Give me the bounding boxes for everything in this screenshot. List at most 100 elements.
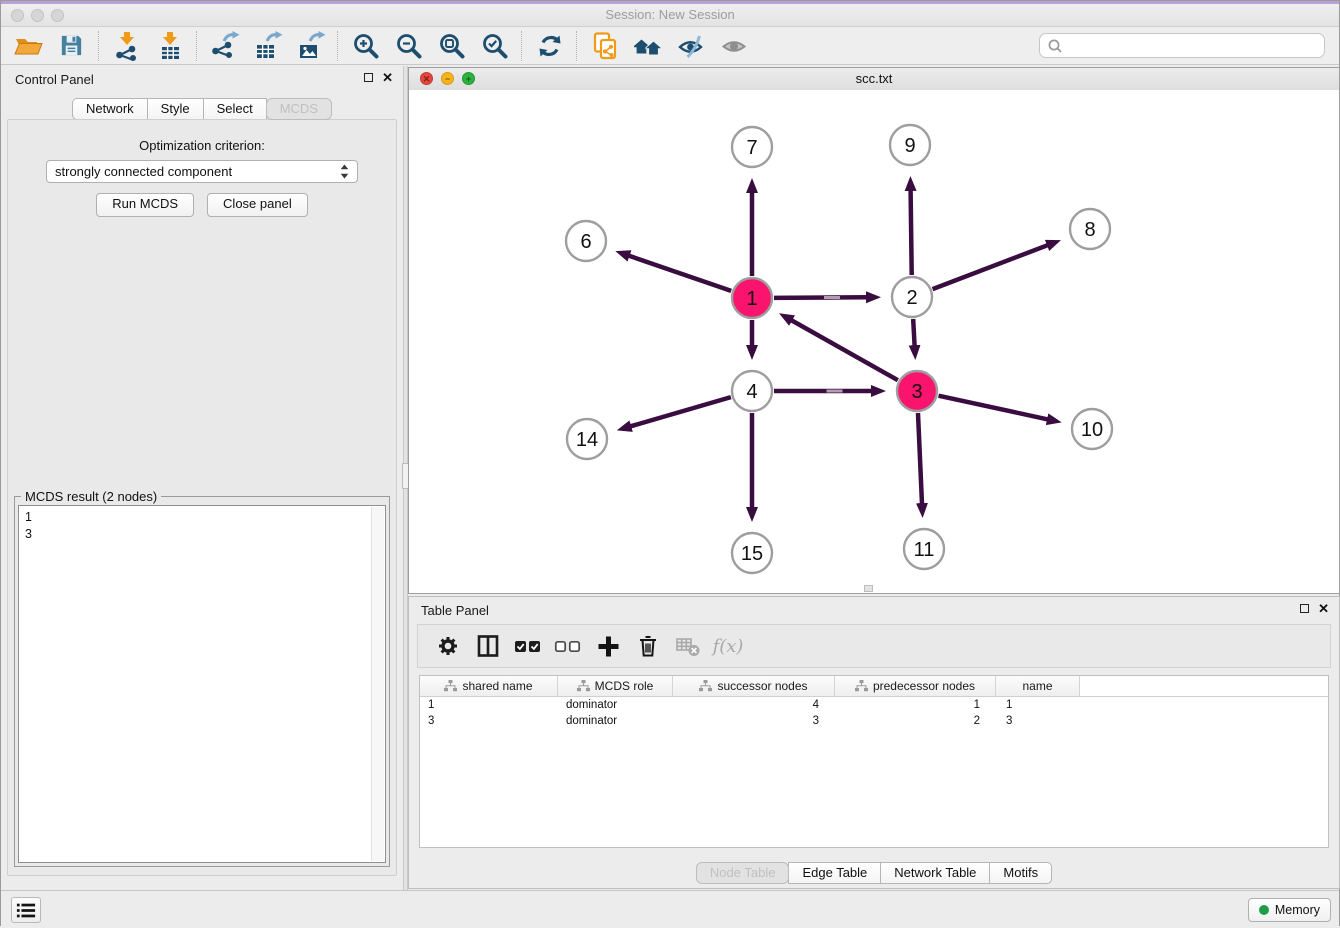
search-input[interactable]	[1068, 38, 1317, 54]
graph-edge-4-14[interactable]	[629, 397, 731, 427]
graph-edge-2-9[interactable]	[911, 189, 912, 275]
optimization-criterion-select[interactable]: strongly connected component	[46, 160, 358, 183]
graph-node-10[interactable]: 10	[1072, 409, 1112, 449]
graph-node-3[interactable]: 3	[897, 371, 937, 411]
import-table-button[interactable]	[148, 29, 191, 63]
run-mcds-button[interactable]: Run MCDS	[96, 193, 194, 217]
hide-selected-button[interactable]	[669, 29, 712, 63]
show-columns-button[interactable]	[470, 628, 506, 664]
control-panel-title: Control Panel	[15, 72, 94, 87]
column-header-shared-name[interactable]: shared name	[420, 676, 558, 696]
table-cell: 1	[835, 697, 996, 713]
zoom-selected-icon	[481, 32, 509, 60]
zoom-selected-button[interactable]	[473, 29, 516, 63]
graph-node-15[interactable]: 15	[732, 533, 772, 573]
table-cell: dominator	[558, 713, 673, 729]
tab-network-table[interactable]: Network Table	[880, 862, 990, 884]
save-session-button[interactable]	[50, 29, 93, 63]
control-panel-tabs: NetworkStyleSelectMCDS	[1, 98, 403, 120]
task-history-button[interactable]	[11, 897, 41, 923]
zoom-fit-button[interactable]	[430, 29, 473, 63]
application-window: Session: New Session	[0, 0, 1340, 926]
clone-network-button[interactable]	[583, 29, 626, 63]
list-icon	[16, 902, 36, 919]
open-session-button[interactable]	[7, 29, 50, 63]
network-resize-grip[interactable]	[864, 585, 873, 592]
graph-node-4[interactable]: 4	[732, 371, 772, 411]
svg-text:10: 10	[1081, 419, 1103, 441]
graph-node-1[interactable]: 1	[732, 278, 772, 318]
zoom-out-icon	[395, 32, 423, 60]
graph-node-14[interactable]: 14	[567, 419, 607, 459]
table-cell: 2	[835, 713, 996, 729]
graph-node-2[interactable]: 2	[892, 277, 932, 317]
close-table-panel-icon[interactable]: ✕	[1318, 603, 1329, 614]
float-table-panel-icon[interactable]	[1300, 604, 1309, 613]
table-row[interactable]: 3dominator323	[420, 713, 1328, 729]
status-bar: Memory	[1, 890, 1339, 928]
graph-edge-1-2[interactable]	[774, 296, 868, 299]
table-toolbar: f(x)	[417, 624, 1331, 668]
table-settings-button[interactable]	[430, 628, 466, 664]
add-column-button[interactable]	[590, 628, 626, 664]
tree-icon	[699, 680, 712, 692]
tab-mcds[interactable]: MCDS	[266, 98, 332, 120]
graph-edge-1-6[interactable]	[628, 255, 732, 291]
toolbar-separator	[337, 31, 339, 61]
control-panel: Control Panel ✕ NetworkStyleSelectMCDS O…	[1, 66, 403, 882]
graph-node-6[interactable]: 6	[566, 221, 606, 261]
search-field[interactable]	[1039, 33, 1325, 58]
zoom-fit-icon	[438, 32, 466, 60]
delete-column-button[interactable]	[630, 628, 666, 664]
first-neighbors-button[interactable]	[626, 29, 669, 63]
close-panel-button[interactable]: Close panel	[207, 193, 308, 217]
network-canvas[interactable]: 1 2 3 4 6 7 8 9 10 11 14 15	[409, 90, 1339, 593]
graph-edge-2-3[interactable]	[913, 319, 914, 347]
select-all-button[interactable]	[510, 628, 546, 664]
result-scrollbar[interactable]	[371, 507, 384, 861]
tab-node-table[interactable]: Node Table	[696, 862, 790, 884]
toolbar-separator	[98, 31, 100, 61]
graph-node-7[interactable]: 7	[732, 127, 772, 167]
graph-node-11[interactable]: 11	[904, 529, 944, 569]
svg-text:8: 8	[1084, 219, 1095, 241]
tab-select[interactable]: Select	[203, 98, 267, 120]
graph-node-9[interactable]: 9	[890, 125, 930, 165]
node-table: shared nameMCDS rolesuccessor nodesprede…	[419, 675, 1329, 848]
svg-text:9: 9	[904, 135, 915, 157]
table-row[interactable]: 1dominator411	[420, 697, 1328, 713]
refresh-button[interactable]	[528, 29, 571, 63]
graph-edge-2-8[interactable]	[933, 245, 1049, 289]
table-body: 1dominator4113dominator323	[420, 697, 1328, 729]
graph-edge-3-1[interactable]	[790, 320, 898, 381]
network-window-titlebar: ✕ − + scc.txt	[409, 68, 1339, 91]
graph-edge-3-11[interactable]	[918, 413, 922, 505]
memory-button[interactable]: Memory	[1248, 898, 1331, 922]
mcds-result-area[interactable]: 1 3	[18, 505, 386, 863]
import-network-button[interactable]	[105, 29, 148, 63]
tab-network[interactable]: Network	[72, 98, 148, 120]
show-all-button	[712, 29, 755, 63]
zoom-out-button[interactable]	[387, 29, 430, 63]
column-header-MCDS-role[interactable]: MCDS role	[558, 676, 673, 696]
deselect-all-button[interactable]	[550, 628, 586, 664]
tab-edge-table[interactable]: Edge Table	[788, 862, 881, 884]
table-panel-title: Table Panel	[421, 603, 489, 618]
export-network-button[interactable]	[203, 29, 246, 63]
export-table-button[interactable]	[246, 29, 289, 63]
memory-label: Memory	[1275, 903, 1320, 917]
float-panel-icon[interactable]	[364, 73, 373, 82]
graph-edge-4-3[interactable]	[774, 390, 873, 393]
export-image-button[interactable]	[289, 29, 332, 63]
close-panel-icon[interactable]: ✕	[382, 72, 393, 83]
graph-node-8[interactable]: 8	[1070, 209, 1110, 249]
tab-motifs[interactable]: Motifs	[989, 862, 1052, 884]
tab-style[interactable]: Style	[147, 98, 204, 120]
graph-edge-3-10[interactable]	[938, 396, 1049, 420]
zoom-in-button[interactable]	[344, 29, 387, 63]
column-header-name[interactable]: name	[996, 676, 1080, 696]
eye-slash-icon	[677, 32, 705, 60]
search-icon	[1047, 38, 1063, 54]
column-header-predecessor-nodes[interactable]: predecessor nodes	[835, 676, 996, 696]
column-header-successor-nodes[interactable]: successor nodes	[673, 676, 835, 696]
